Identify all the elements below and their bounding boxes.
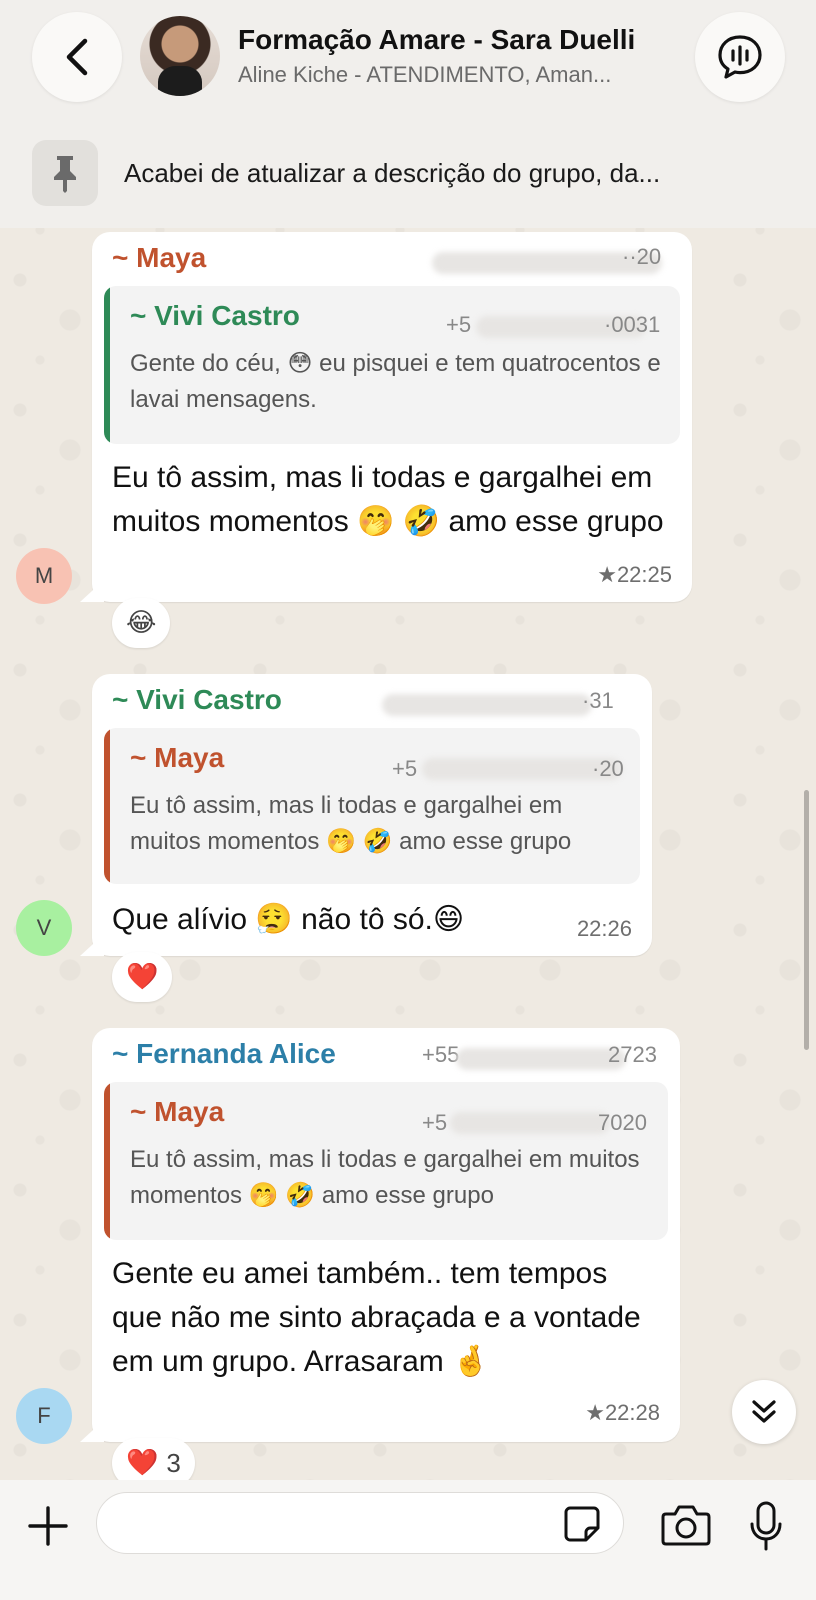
- sender-phone-redacted: [456, 1048, 626, 1070]
- message-composer: [0, 1480, 816, 1600]
- quoted-phone-fragment-right: ·0031: [604, 312, 661, 337]
- sender-avatar[interactable]: M: [16, 548, 72, 604]
- sticker-button[interactable]: [562, 1504, 602, 1544]
- scroll-to-bottom-button[interactable]: [732, 1380, 796, 1444]
- camera-icon: [661, 1505, 711, 1546]
- star-icon: ★: [597, 562, 617, 587]
- message-text: Que alívio 😮‍💨 não tô só.😄: [112, 903, 465, 936]
- quoted-message[interactable]: ~ Maya +5 ·20 Eu tô assim, mas li todas …: [104, 728, 640, 884]
- scrollbar[interactable]: [804, 790, 809, 1050]
- group-participants[interactable]: Aline Kiche - ATENDIMENTO, Aman...: [238, 62, 668, 88]
- audio-chat-button[interactable]: [695, 12, 785, 102]
- message-sender[interactable]: ~ Fernanda Alice: [112, 1038, 336, 1070]
- sender-phone-fragment-right: 2723: [608, 1042, 657, 1067]
- message-time: 22:26: [576, 916, 632, 941]
- quoted-phone-fragment-right: 7020: [598, 1110, 647, 1135]
- quoted-message[interactable]: ~ Maya +5 7020 Eu tô assim, mas li todas…: [104, 1082, 668, 1240]
- message-bubble[interactable]: ~ Vivi Castro ·31 ~ Maya +5 ·20 Eu tô as…: [92, 674, 652, 956]
- microphone-button[interactable]: [748, 1500, 784, 1552]
- sticker-icon: [564, 1506, 600, 1542]
- double-chevron-down-icon: [752, 1400, 776, 1423]
- sender-phone-fragment: ··20: [622, 244, 662, 269]
- quoted-phone-fragment-left: +5: [446, 312, 472, 337]
- message-input[interactable]: [96, 1492, 624, 1554]
- audio-chat-icon: [718, 35, 762, 79]
- reaction-count: 3: [166, 1447, 181, 1478]
- quoted-text: Gente do céu, 😳 eu pisquei e tem quatroc…: [130, 350, 661, 413]
- back-button[interactable]: [32, 12, 122, 102]
- message-reaction[interactable]: ❤️: [112, 952, 173, 1002]
- sender-phone-fragment-left: +55: [422, 1042, 460, 1067]
- message-bubble[interactable]: ~ Fernanda Alice +55 2723 ~ Maya +5 7020…: [92, 1028, 680, 1442]
- pin-icon: [54, 156, 76, 193]
- quoted-message[interactable]: ~ Vivi Castro +5 ·0031 Gente do céu, 😳 e…: [104, 286, 680, 444]
- message-reaction[interactable]: 😂: [112, 598, 171, 648]
- attach-button[interactable]: [24, 1502, 72, 1550]
- group-title[interactable]: Formação Amare - Sara Duelli: [238, 24, 635, 56]
- quoted-phone-fragment-left: +5: [422, 1110, 448, 1135]
- pinned-message-text[interactable]: Acabei de atualizar a descrição do grupo…: [124, 158, 784, 189]
- plus-icon: [28, 1506, 68, 1546]
- message-time: ★22:25: [597, 562, 672, 587]
- pinned-message-button[interactable]: [32, 140, 98, 206]
- reaction-emoji: 😂: [126, 608, 157, 638]
- quoted-sender: ~ Maya: [130, 742, 225, 773]
- quoted-phone-fragment-left: +5: [392, 756, 418, 781]
- message-time: ★22:28: [585, 1400, 660, 1425]
- quoted-sender: ~ Vivi Castro: [130, 300, 300, 331]
- microphone-icon: [750, 1501, 782, 1551]
- group-avatar[interactable]: [140, 16, 220, 96]
- sender-phone-fragment: ·31: [582, 688, 614, 713]
- reaction-emoji: ❤️: [126, 962, 159, 992]
- chat-header: Formação Amare - Sara Duelli Aline Kiche…: [0, 0, 816, 228]
- sender-phone-redacted: [382, 694, 592, 716]
- message-sender[interactable]: ~ Vivi Castro: [112, 684, 282, 716]
- quoted-text: Eu tô assim, mas li todas e gargalhei em…: [130, 1146, 640, 1209]
- quoted-text: Eu tô assim, mas li todas e gargalhei em…: [130, 792, 572, 855]
- chevron-left-icon: [66, 38, 88, 76]
- star-icon: ★: [585, 1400, 605, 1425]
- camera-button[interactable]: [660, 1502, 712, 1548]
- message-text: Eu tô assim, mas li todas e gargalhei em…: [112, 461, 664, 538]
- sender-avatar[interactable]: V: [16, 900, 72, 956]
- message-text: Gente eu amei também.. tem tempos que nã…: [112, 1257, 641, 1378]
- quoted-phone-fragment-right: ·20: [592, 756, 624, 781]
- sender-avatar[interactable]: F: [16, 1388, 72, 1444]
- quoted-phone-redacted: [450, 1112, 610, 1134]
- message-sender[interactable]: ~ Maya: [112, 242, 206, 274]
- reaction-emoji: ❤️: [126, 1448, 159, 1478]
- quoted-sender: ~ Maya: [130, 1096, 225, 1127]
- message-bubble[interactable]: ~ Maya ··20 ~ Vivi Castro +5 ·0031 Gente…: [92, 232, 692, 602]
